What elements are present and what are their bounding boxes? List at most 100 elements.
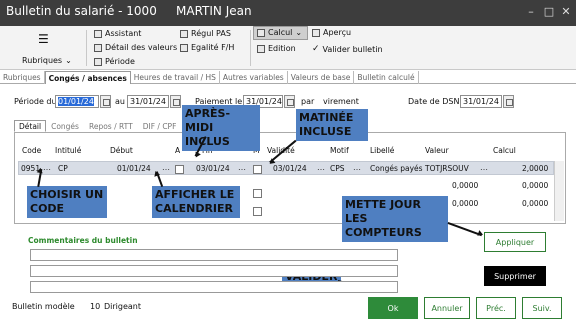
callout-apres-midi: APRÈS-MIDI INCLUS	[182, 105, 260, 151]
row-valeur[interactable]: TOTJRSOUV	[425, 164, 469, 173]
calendar-picker-button[interactable]: …	[317, 163, 325, 172]
calendar-icon[interactable]	[284, 95, 295, 108]
periode-to-input[interactable]: 31/01/24	[127, 95, 169, 108]
callout-matinee: MATINÉE INCLUSE	[296, 109, 368, 141]
valeur-lookup-button[interactable]: …	[480, 163, 488, 172]
par-value[interactable]: virement	[323, 97, 359, 106]
tab-rubriques[interactable]: Rubriques	[0, 71, 45, 84]
window-title: Bulletin du salarié - 1000	[6, 4, 157, 18]
print-icon	[257, 44, 265, 53]
tab-valeurs-base[interactable]: Valeurs de base	[288, 71, 355, 84]
bulletin-modele-code: 10	[90, 302, 101, 311]
egalite-label: Egalité F/H	[191, 43, 235, 52]
calcul-item: Calcul ⌄	[257, 28, 302, 37]
col-debut: Début	[110, 146, 133, 155]
tab-heures-travail[interactable]: Heures de travail / HS	[131, 71, 220, 84]
calculator-icon	[257, 28, 265, 37]
row-validite[interactable]: 03/01/24	[273, 164, 307, 173]
maximize-icon[interactable]: □	[542, 5, 556, 19]
periode-from-input[interactable]: 01/01/24	[55, 95, 99, 108]
matinee-checkbox[interactable]	[253, 165, 262, 174]
detail-valeurs-label: Détail des valeurs	[105, 43, 178, 52]
egalite-icon	[180, 43, 188, 52]
regul-pas-button[interactable]: Régul PAS	[180, 29, 231, 38]
prec-button[interactable]: Préc.	[476, 297, 516, 319]
tab-conges-absences[interactable]: Congés / absences	[44, 71, 131, 84]
tab-conges[interactable]: Congés	[46, 120, 84, 132]
rubriques-list-icon[interactable]: ☰	[38, 32, 49, 46]
tab-bulletin-calcule[interactable]: Bulletin calculé	[354, 71, 419, 84]
table-scrollbar[interactable]	[554, 161, 564, 221]
ok-button[interactable]: Ok	[368, 297, 418, 319]
matinee-checkbox[interactable]	[253, 189, 262, 198]
periode-label: Période	[105, 57, 135, 66]
periode-du-label: Période du	[14, 97, 57, 106]
detail-valeurs-button[interactable]: Détail des valeurs	[94, 43, 177, 52]
calendar-picker-button[interactable]: …	[162, 163, 170, 172]
calendar-icon[interactable]	[100, 95, 111, 108]
apres-midi-checkbox[interactable]	[175, 165, 184, 174]
employee-name: MARTIN Jean	[176, 4, 252, 18]
regul-pas-label: Régul PAS	[191, 29, 231, 38]
tab-detail[interactable]: Détail	[14, 120, 47, 132]
periode-from-value: 01/01/24	[58, 97, 94, 106]
row-motif[interactable]: CPS	[330, 164, 345, 173]
comments-title: Commentaires du bulletin	[28, 236, 138, 245]
calendar-picker-button[interactable]: …	[238, 163, 246, 172]
comment-line-2[interactable]	[30, 265, 398, 277]
tab-autres-variables[interactable]: Autres variables	[220, 71, 288, 84]
supprimer-button[interactable]: Supprimer	[484, 266, 546, 286]
main-tabs: Rubriques Congés / absences Heures de tr…	[0, 71, 576, 84]
assistant-label: Assistant	[105, 29, 142, 38]
col-intitule: Intitulé	[55, 146, 82, 155]
apercu-button[interactable]: Aperçu	[312, 28, 351, 37]
col-a: A	[175, 146, 181, 155]
row3-calcul: 0,0000	[522, 199, 549, 208]
row-debut[interactable]: 01/01/24	[117, 164, 151, 173]
appliquer-button[interactable]: Appliquer	[484, 232, 546, 252]
dsn-date-input[interactable]: 31/01/24	[460, 95, 502, 108]
calendar-icon[interactable]	[503, 95, 514, 108]
chevron-down-icon: ⌄	[295, 28, 303, 37]
row-fin[interactable]: 03/01/24	[196, 164, 230, 173]
row3-calcul-left: 0,0000	[452, 199, 479, 208]
edition-button[interactable]: Edition	[257, 44, 296, 53]
rubriques-button[interactable]: Rubriques ⌄	[22, 56, 72, 65]
row-intitule: CP	[58, 164, 68, 173]
row-calcul: 2,0000	[522, 164, 549, 173]
dsn-label: Date de DSN	[408, 97, 460, 106]
valider-bulletin-button[interactable]: ✓ Valider bulletin	[312, 44, 383, 54]
assistant-button[interactable]: Assistant	[94, 29, 141, 38]
minimize-icon[interactable]: –	[524, 5, 538, 19]
tab-dif-cpf[interactable]: DIF / CPF	[138, 120, 182, 132]
comment-line-3[interactable]	[30, 281, 398, 293]
apercu-icon	[312, 28, 320, 37]
par-label: par	[301, 97, 315, 106]
bulletin-modele-label: Bulletin modèle	[12, 302, 75, 311]
ribbon-separator	[250, 30, 251, 66]
valider-bulletin-label: Valider bulletin	[322, 44, 383, 54]
comment-line-1[interactable]	[30, 249, 398, 261]
close-icon[interactable]: ✕	[559, 5, 573, 19]
code-lookup-button[interactable]: …	[43, 163, 51, 172]
detail-icon	[94, 43, 102, 52]
matinee-checkbox[interactable]	[253, 207, 262, 216]
callout-afficher-calendrier: AFFICHER LE CALENDRIER	[152, 186, 240, 218]
callout-mettre-jour-compteurs: METTE JOUR LES COMPTEURS	[342, 196, 448, 242]
calendar-icon[interactable]	[170, 95, 181, 108]
col-libelle: Libellé	[370, 146, 395, 155]
ribbon-separator	[86, 30, 87, 66]
row2-calcul-left: 0,0000	[452, 181, 479, 190]
regul-icon	[180, 29, 188, 38]
annuler-button[interactable]: Annuler	[424, 297, 470, 319]
edition-label: Edition	[268, 44, 296, 53]
suiv-button[interactable]: Suiv.	[522, 297, 562, 319]
periode-icon	[94, 57, 102, 66]
periode-button[interactable]: Période	[94, 57, 135, 66]
motif-lookup-button[interactable]: …	[353, 163, 361, 172]
col-motif: Motif	[330, 146, 349, 155]
au-label: au	[115, 97, 125, 106]
egalite-button[interactable]: Egalité F/H	[180, 43, 234, 52]
tab-repos-rtt[interactable]: Repos / RTT	[84, 120, 138, 132]
calcul-label: Calcul	[268, 28, 293, 37]
